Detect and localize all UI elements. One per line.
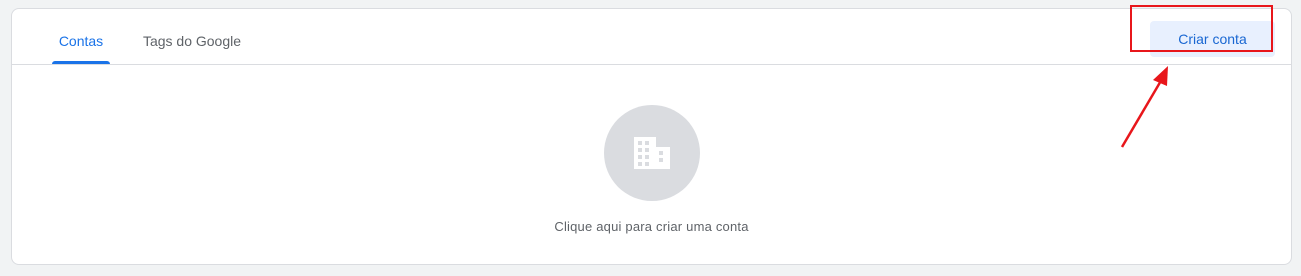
- empty-state-message[interactable]: Clique aqui para criar uma conta: [12, 219, 1291, 234]
- building-icon: [634, 137, 670, 169]
- empty-state-icon-circle: [604, 105, 700, 201]
- tab-bar: Contas Tags do Google: [12, 9, 1291, 65]
- accounts-card: Contas Tags do Google Criar conta Clique…: [11, 8, 1292, 265]
- tab-contas[interactable]: Contas: [52, 9, 110, 65]
- tab-tags-do-google[interactable]: Tags do Google: [130, 9, 254, 65]
- active-tab-indicator: [52, 61, 110, 64]
- create-account-button[interactable]: Criar conta: [1150, 21, 1275, 57]
